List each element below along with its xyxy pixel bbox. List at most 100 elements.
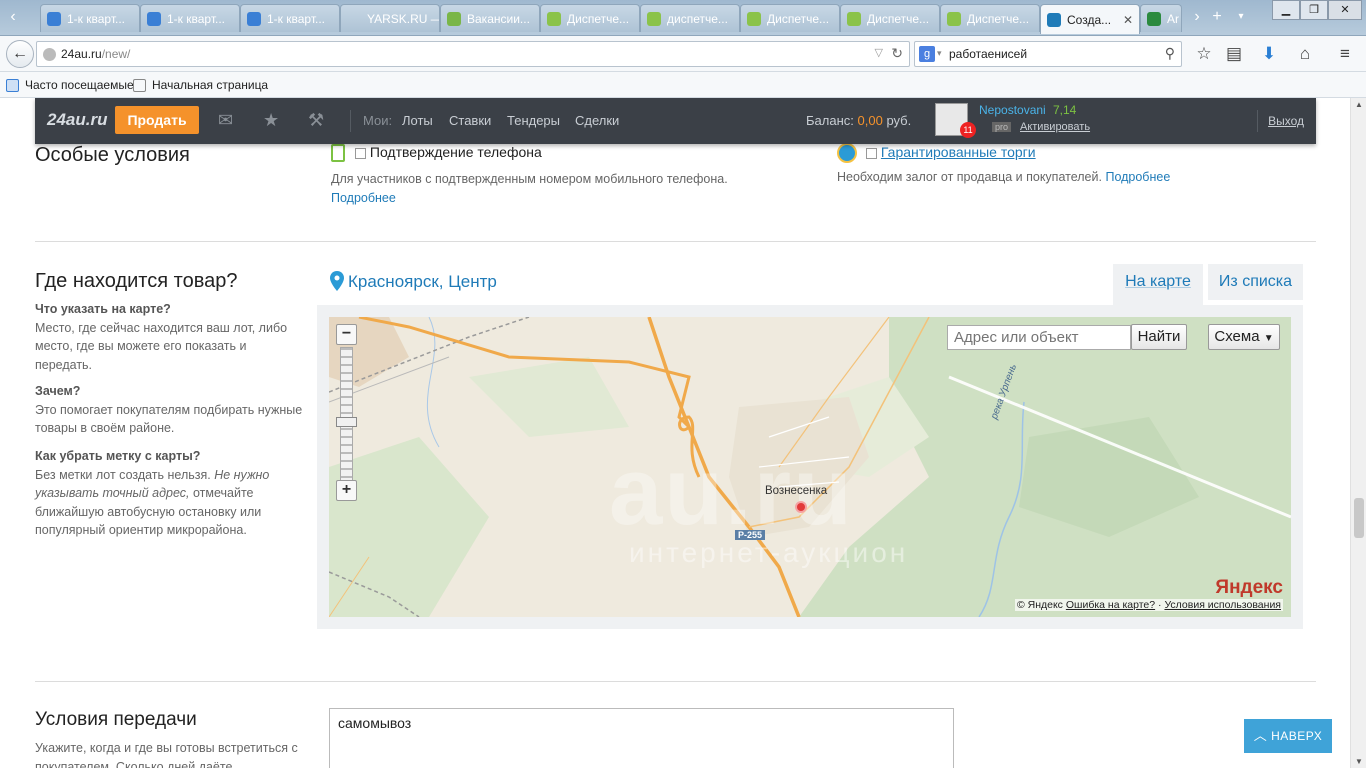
close-window-icon[interactable]: ✕ (1328, 0, 1362, 20)
downloads-icon[interactable]: ⬇ (1258, 44, 1280, 64)
tab-label: Диспетче... (767, 11, 830, 26)
scroll-tabs-left-icon[interactable]: ‹ (2, 6, 24, 28)
browser-tab[interactable]: Вакансии... (440, 4, 540, 32)
home-icon[interactable]: ⌂ (1294, 44, 1316, 64)
scrollbar-thumb[interactable] (1354, 498, 1364, 538)
reading-list-icon[interactable]: ▤ (1223, 44, 1245, 64)
sell-button[interactable]: Продать (115, 106, 199, 134)
browser-tab[interactable]: YARSK.RU — Л... (340, 4, 440, 32)
map-attribution: © Яндекс Ошибка на карте? · Условия испо… (1014, 599, 1283, 611)
search-icon[interactable]: ⚲ (1165, 45, 1175, 62)
guaranteed-trade-checkbox[interactable] (866, 147, 877, 159)
search-input[interactable] (949, 45, 1149, 63)
help-q3-title: Как убрать метку с карты? (35, 449, 201, 463)
tab-on-map[interactable]: На карте (1113, 264, 1203, 305)
zoom-out-button[interactable]: − (336, 324, 357, 345)
tab-list-chevron-down-icon[interactable]: ▾ (1230, 6, 1252, 28)
close-tab-icon[interactable]: ✕ (1123, 13, 1133, 27)
favorites-star-icon[interactable]: ★ (263, 110, 279, 131)
guarantee-more-link[interactable]: Подробнее (1105, 170, 1170, 184)
new-tab-icon[interactable]: + (1206, 6, 1228, 28)
nav-link-tenders[interactable]: Тендеры (507, 113, 560, 128)
activate-pro-link[interactable]: Активировать (1020, 121, 1090, 133)
url-path: /new/ (101, 47, 131, 61)
zoom-slider[interactable] (340, 347, 353, 483)
bookmarks-toolbar: Часто посещаемые Начальная страница (0, 72, 1366, 98)
site-header: 24au.ru Продать ✉ ★ ⚒ Мои: Лоты Ставки Т… (35, 98, 1316, 144)
tab-from-list[interactable]: Из списка (1208, 264, 1303, 300)
browser-tab[interactable]: Диспетче... (740, 4, 840, 32)
back-button[interactable]: ← (6, 40, 34, 68)
scroll-to-top-button[interactable]: ︿ НАВЕРХ (1244, 719, 1332, 753)
reload-icon[interactable]: ↻ (891, 45, 903, 62)
tab-favicon-icon (147, 11, 161, 26)
engine-dropdown-icon[interactable]: ▾ (937, 48, 942, 59)
map-address-input[interactable] (947, 325, 1131, 350)
tab-label: Вакансии... (467, 11, 530, 26)
map-scheme-label: Схема (1214, 328, 1260, 345)
nav-link-bids[interactable]: Ставки (449, 113, 491, 128)
phone-verification-desc: Для участников с подтвержденным номером … (331, 170, 801, 208)
nav-link-lots[interactable]: Лоты (402, 113, 433, 128)
phone-verification-option[interactable]: Подтверждение телефона (355, 144, 542, 160)
yandex-map[interactable]: au.ru интернет-аукцион − + Найти Схема ▼… (329, 317, 1291, 617)
url-dropdown-icon[interactable]: ▽ (875, 46, 883, 59)
user-rating: 7,14 (1053, 103, 1077, 117)
maximize-window-icon[interactable]: ❐ (1300, 0, 1328, 20)
map-scheme-select[interactable]: Схема ▼ (1208, 324, 1280, 350)
map-error-link[interactable]: Ошибка на карте? (1066, 599, 1155, 611)
zoom-slider-handle[interactable] (336, 417, 357, 427)
site-logo[interactable]: 24au.ru (47, 110, 107, 130)
browser-tab[interactable]: Диспетче... (940, 4, 1040, 32)
browser-tab[interactable]: Созда... ✕ (1040, 4, 1140, 34)
bookmark-most-visited[interactable]: Часто посещаемые (6, 78, 134, 92)
browser-tab[interactable]: Диспетче... (840, 4, 940, 32)
delivery-conditions-textarea[interactable]: самомывоз (329, 708, 954, 768)
browser-tab[interactable]: Ar (1140, 4, 1182, 32)
guarantee-shield-icon (837, 143, 857, 163)
minimize-window-icon[interactable]: ▁ (1272, 0, 1300, 20)
page-scrollbar[interactable]: ▲ ▼ (1350, 98, 1366, 768)
bookmark-home-page[interactable]: Начальная страница (133, 78, 268, 92)
notification-badge[interactable]: 11 (960, 122, 976, 138)
balance[interactable]: Баланс: 0,00 руб. (806, 113, 911, 128)
guaranteed-trade-label[interactable]: Гарантированные торги (881, 144, 1036, 160)
scroll-tabs-right-icon[interactable]: › (1186, 6, 1208, 28)
messages-icon[interactable]: ✉ (218, 110, 233, 131)
logout-link[interactable]: Выход (1268, 114, 1304, 128)
delivery-desc: Укажите, когда и где вы готовы встретить… (35, 741, 298, 768)
map-terms-link[interactable]: Условия использования (1164, 599, 1281, 611)
tab-favicon-icon (1147, 11, 1161, 26)
site-identity-icon[interactable] (43, 48, 56, 61)
browser-tab[interactable]: 1-к кварт... (140, 4, 240, 32)
browser-tab[interactable]: 1-к кварт... (40, 4, 140, 32)
help-q3-text-a: Без метки лот создать нельзя. (35, 467, 211, 482)
location-title: Где находится товар? (35, 270, 238, 292)
guaranteed-trade-option[interactable]: Гарантированные торги (866, 144, 1036, 160)
location-city[interactable]: Красноярск, Центр (348, 272, 497, 292)
scroll-up-icon[interactable]: ▲ (1355, 100, 1363, 109)
phone-verification-checkbox[interactable] (355, 147, 366, 159)
scroll-down-icon[interactable]: ▼ (1355, 757, 1363, 766)
menu-icon[interactable]: ≡ (1334, 44, 1356, 64)
search-bar[interactable]: g ▾ ⚲ (914, 41, 1182, 67)
auction-gavel-icon[interactable]: ⚒ (308, 110, 324, 131)
location-help-remove: Как убрать метку с карты? Без метки лот … (35, 447, 290, 540)
bookmark-star-icon[interactable]: ☆ (1193, 44, 1215, 64)
zoom-in-button[interactable]: + (336, 480, 357, 501)
tab-favicon-icon (447, 11, 461, 26)
map-placemark[interactable] (795, 501, 807, 513)
map-watermark-sub: интернет-аукцион (629, 537, 909, 568)
nav-link-deals[interactable]: Сделки (575, 113, 619, 128)
browser-tab[interactable]: диспетче... (640, 4, 740, 32)
chevron-down-icon: ▼ (1263, 333, 1274, 344)
map-find-button[interactable]: Найти (1131, 324, 1187, 350)
attribution-separator: · (1158, 599, 1162, 611)
yandex-logo[interactable]: Яндекс (1215, 577, 1283, 599)
browser-tab[interactable]: Диспетче... (540, 4, 640, 32)
username[interactable]: Nepostovani (979, 103, 1046, 117)
google-engine-icon[interactable]: g (919, 46, 935, 62)
address-bar[interactable]: 24au.ru/new/ ▽ ↻ (36, 41, 910, 67)
browser-tab[interactable]: 1-к кварт... (240, 4, 340, 32)
phone-more-link[interactable]: Подробнее (331, 191, 396, 205)
